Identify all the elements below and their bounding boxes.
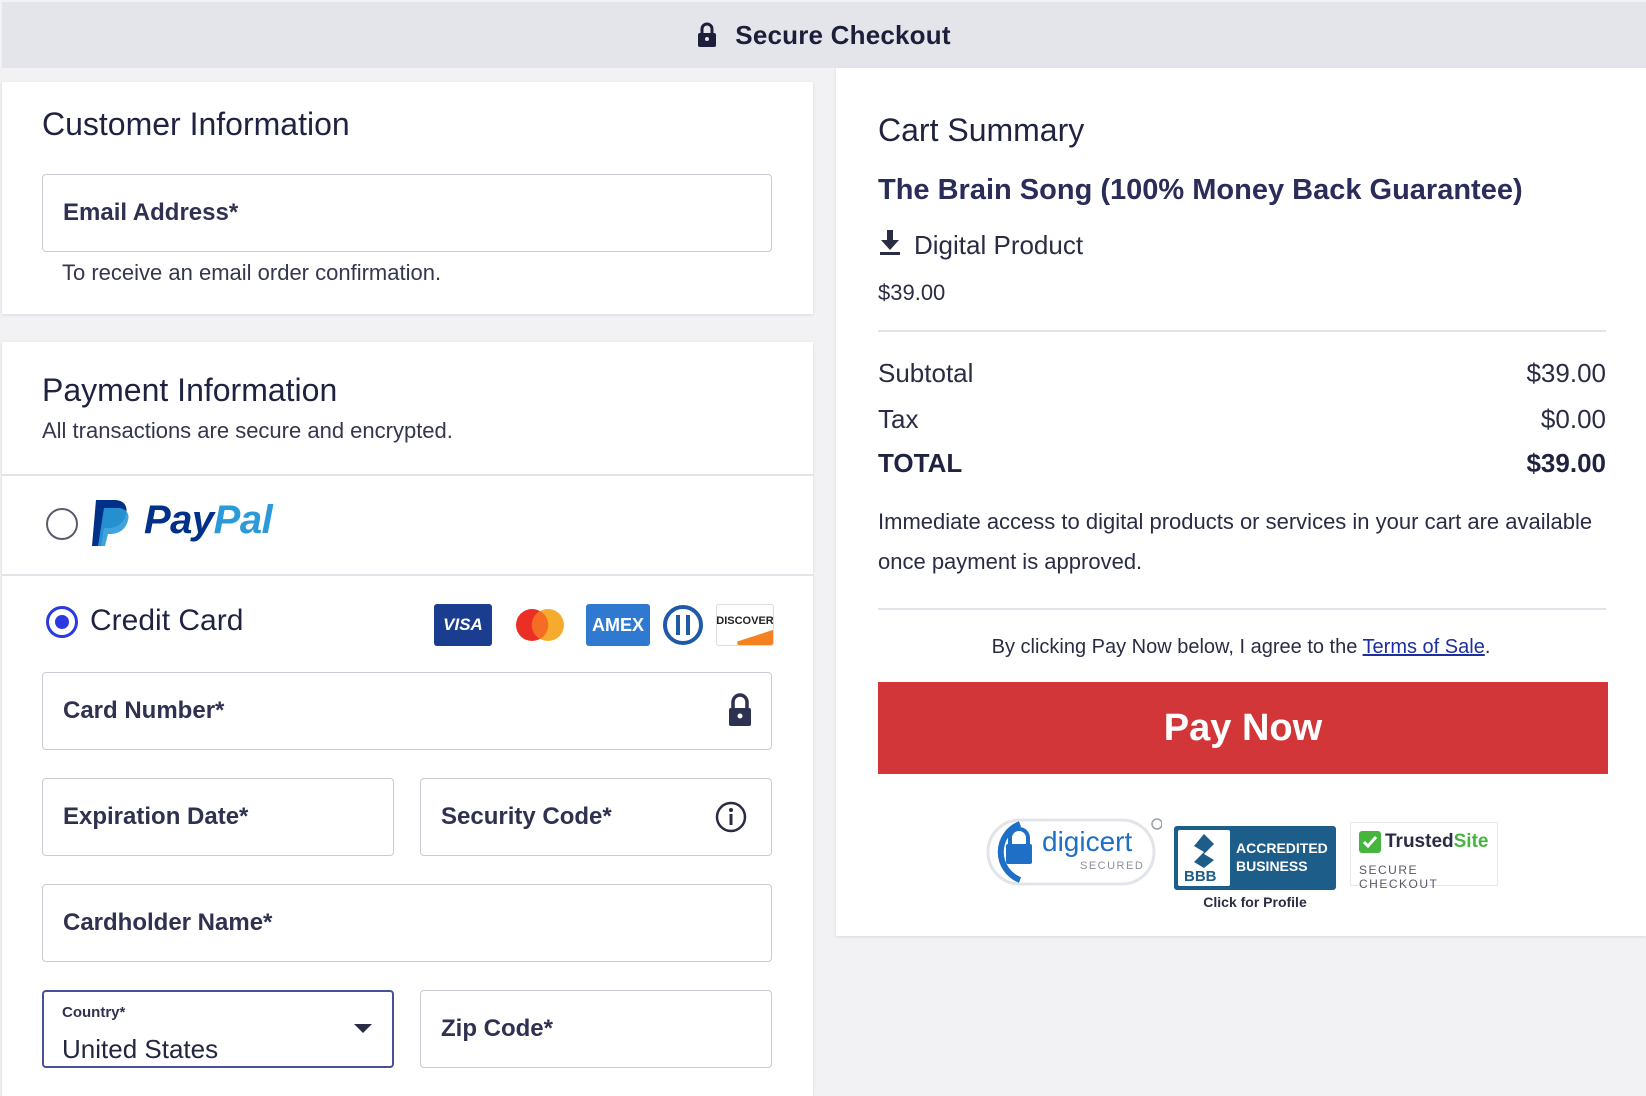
cart-summary-card: Cart Summary The Brain Song (100% Money … (836, 68, 1646, 936)
terms-of-sale-link[interactable]: Terms of Sale (1363, 636, 1485, 658)
check-icon (1359, 831, 1381, 858)
paypal-word-pal: Pal (213, 498, 273, 542)
trustedsite-word-trusted: Trusted (1385, 831, 1454, 852)
paypal-option[interactable]: PayPal (2, 476, 813, 572)
digicert-sub: SECURED (1080, 860, 1145, 872)
total-label: TOTAL (878, 448, 963, 478)
customer-information-heading: Customer Information (42, 106, 350, 142)
email-help-text: To receive an email order confirmation. (62, 260, 442, 285)
digicert-name: digicert (1042, 826, 1133, 857)
subtotal-row: Subtotal $39.00 (878, 358, 1606, 389)
bbb-line2: BUSINESS (1236, 858, 1308, 874)
country-select[interactable]: Country* United States (42, 990, 394, 1068)
payment-subheading: All transactions are secure and encrypte… (42, 418, 453, 443)
chevron-down-icon (354, 1024, 372, 1033)
subtotal-value: $39.00 (1526, 358, 1606, 388)
paypal-radio[interactable] (46, 508, 78, 540)
zip-code-placeholder: Zip Code* (441, 1015, 553, 1042)
agree-text-end: . (1484, 636, 1491, 658)
product-title: The Brain Song (100% Money Back Guarante… (878, 174, 1523, 206)
bbb-logo-icon: BBB (1178, 830, 1230, 886)
discover-text: DISCOVER (716, 615, 774, 627)
cardholder-name-placeholder: Cardholder Name* (63, 909, 273, 936)
card-number-field[interactable]: Card Number* (42, 672, 772, 750)
diners-club-icon (662, 604, 704, 646)
tax-label: Tax (878, 404, 919, 434)
page-title: Secure Checkout (735, 19, 951, 50)
agree-text: By clicking Pay Now below, I agree to th… (836, 636, 1646, 659)
amex-text: AMEX (591, 615, 644, 635)
country-value: United States (62, 1034, 219, 1064)
customer-information-card: Customer Information Email Address* To r… (2, 82, 813, 314)
top-bar: Secure Checkout (2, 2, 1646, 68)
paypal-logo-icon (90, 498, 134, 553)
divider (878, 608, 1606, 610)
bbb-line1: ACCREDITED (1236, 840, 1328, 856)
product-type-label: Digital Product (914, 230, 1084, 260)
card-number-placeholder: Card Number* (63, 697, 225, 724)
lock-icon (727, 693, 753, 732)
security-code-placeholder: Security Code* (441, 803, 612, 830)
payment-information-card: Payment Information All transactions are… (2, 342, 813, 1096)
email-field[interactable]: Email Address* (42, 174, 772, 252)
product-type: Digital Product (878, 228, 1083, 263)
tax-value: $0.00 (1540, 404, 1606, 434)
tax-row: Tax $0.00 (878, 404, 1606, 435)
expiration-date-placeholder: Expiration Date* (63, 803, 249, 830)
agree-text-lead: By clicking Pay Now below, I agree to th… (991, 636, 1363, 658)
credit-card-label[interactable]: Credit Card (90, 604, 243, 638)
zip-code-field[interactable]: Zip Code* (420, 990, 772, 1068)
payment-information-heading: Payment Information (42, 372, 338, 408)
trustedsite-sub: SECURE CHECKOUT (1359, 863, 1439, 891)
cardholder-name-field[interactable]: Cardholder Name* (42, 884, 772, 962)
total-row: TOTAL $39.00 (878, 448, 1606, 479)
amex-icon: AMEX (586, 604, 650, 646)
trustedsite-badge[interactable]: TrustedSite SECURE CHECKOUT (1350, 822, 1498, 891)
subtotal-label: Subtotal (878, 358, 974, 388)
paypal-word-pay: Pay (144, 498, 214, 542)
lock-icon (697, 22, 717, 48)
digicert-badge[interactable]: digicert SECURED (986, 816, 1163, 888)
divider (878, 330, 1606, 332)
product-price: $39.00 (878, 280, 946, 305)
info-icon[interactable] (715, 801, 747, 838)
download-icon (878, 228, 902, 263)
pay-now-button[interactable]: Pay Now (878, 682, 1608, 774)
email-placeholder: Email Address* (63, 199, 239, 226)
mastercard-icon (510, 604, 570, 646)
trustedsite-wordmark: TrustedSite (1385, 831, 1488, 853)
bbb-badge[interactable]: BBB ACCREDITED BUSINESS (1174, 826, 1336, 890)
trustedsite-word-site: Site (1453, 831, 1489, 852)
country-label: Country* (62, 1004, 126, 1021)
bbb-logo-text: BBB (1184, 868, 1217, 885)
security-code-field[interactable]: Security Code* (420, 778, 772, 856)
expiration-date-field[interactable]: Expiration Date* (42, 778, 394, 856)
discover-icon: DISCOVER (716, 604, 774, 646)
divider (2, 574, 813, 576)
access-note: Immediate access to digital products or … (878, 509, 1593, 574)
total-value: $39.00 (1526, 448, 1606, 478)
paypal-wordmark: PayPal (144, 498, 273, 543)
discover-stripe (736, 629, 773, 645)
cart-summary-heading: Cart Summary (878, 112, 1085, 148)
visa-icon: VISA (434, 604, 492, 646)
credit-card-radio[interactable] (46, 606, 78, 638)
bbb-caption[interactable]: Click for Profile (1174, 894, 1336, 910)
